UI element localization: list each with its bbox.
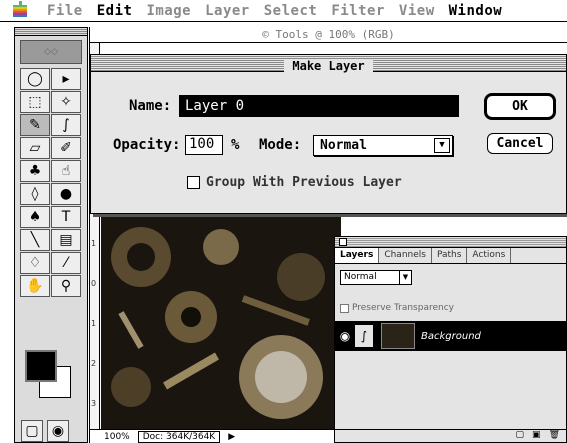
airbrush-icon[interactable]: ✎ [20,114,50,136]
zoom-level[interactable]: 100% [104,432,130,442]
ok-button[interactable]: OK [484,93,556,120]
ruler-mark: 1 [91,319,97,328]
palette-tabs: Layers Channels Paths Actions [335,248,566,264]
menu-view[interactable]: View [392,3,442,19]
tab-paths[interactable]: Paths [432,248,468,263]
name-label: Name: [129,98,172,114]
photoshop-logo-icon[interactable]: ◇◇ [20,40,82,64]
preserve-transparency-checkbox[interactable]: Preserve Transparency [340,303,454,313]
ruler-mark: 1 [91,239,97,248]
lasso-icon[interactable]: ◯ [20,68,50,90]
ruler-mark: 2 [91,359,97,368]
tool-grid: ◯ ▸ ⬚ ✧ ✎ ∫ ▱ ✐ ♣ ☝ ◊ ● ♠ T ╲ ▤ ♢ ⁄ ✋ ⚲ [20,68,82,297]
pen-icon[interactable]: ♠ [20,206,50,228]
blur-icon[interactable]: ◊ [20,183,50,205]
menu-window[interactable]: Window [442,3,510,19]
eyedropper-icon[interactable]: ⁄ [51,252,81,274]
menu-filter[interactable]: Filter [324,3,392,19]
document-title[interactable]: © Tools @ 100% (RGB) [90,27,567,43]
layer-thumbnail [381,323,415,349]
move-icon[interactable]: ▸ [51,68,81,90]
menu-edit[interactable]: Edit [90,3,140,19]
cancel-button[interactable]: Cancel [487,133,553,154]
layers-title-bar[interactable] [335,237,566,248]
checkbox-icon [340,303,349,313]
layer-row[interactable]: ◉ ∫ Background [335,321,566,351]
toolbox-title-bar[interactable] [15,28,87,36]
new-layer-icon[interactable]: ▣ [532,430,541,442]
eraser-icon[interactable]: ▱ [20,137,50,159]
chevron-down-icon: ▼ [434,138,450,153]
standard-mode-icon[interactable]: ▢ [21,420,43,442]
opacity-label: Opacity: [113,137,181,153]
ruler-mark: 3 [91,399,97,408]
paint-bucket-icon[interactable]: ♢ [20,252,50,274]
menu-file[interactable]: File [40,3,90,19]
mask-mode-group: ▢ ◉ [21,420,69,442]
brush-icon[interactable]: ∫ [355,325,373,347]
toolbox-palette: ◇◇ ◯ ▸ ⬚ ✧ ✎ ∫ ▱ ✐ ♣ ☝ ◊ ● ♠ T ╲ ▤ ♢ ⁄ ✋… [14,27,88,443]
mask-icon[interactable]: ▢ [516,430,525,442]
trash-icon[interactable]: 🗑 [549,430,560,442]
palette-footer: ▢ ▣ 🗑 [335,429,566,442]
menu-layer[interactable]: Layer [198,3,257,19]
smudge-icon[interactable]: ☝ [51,160,81,182]
mode-value: Normal [320,138,367,153]
preserve-label: Preserve Transparency [352,303,454,313]
color-swatches [21,348,81,408]
line-icon[interactable]: ╲ [20,229,50,251]
marquee-icon[interactable]: ⬚ [20,91,50,113]
layers-palette: Layers Channels Paths Actions Normal ▼ P… [334,236,567,443]
opacity-unit: % [231,137,240,153]
hand-icon[interactable]: ✋ [20,275,50,297]
name-field[interactable] [179,95,459,117]
menu-select[interactable]: Select [257,3,325,19]
quickmask-mode-icon[interactable]: ◉ [47,420,69,442]
dialog-title: Make Layer [284,59,373,73]
foreground-color-swatch[interactable] [25,350,57,382]
eye-icon[interactable]: ◉ [335,329,355,343]
menu-bar: File Edit Image Layer Select Filter View… [0,0,567,22]
close-box-icon[interactable] [339,238,347,246]
status-arrow-icon[interactable]: ▶ [228,432,235,442]
mode-label: Mode: [259,137,302,153]
group-label: Group With Previous Layer [206,175,402,190]
canvas-image[interactable] [101,217,341,429]
apple-logo-icon[interactable] [0,0,40,21]
menu-image[interactable]: Image [139,3,198,19]
mode-select[interactable]: Normal ▼ [313,135,453,156]
gradient-icon[interactable]: ▤ [51,229,81,251]
blend-mode-select[interactable]: Normal ▼ [340,270,412,285]
tab-layers[interactable]: Layers [335,248,380,263]
dialog-title-bar[interactable]: Make Layer [91,55,566,73]
layer-name: Background [421,330,481,342]
pencil-icon[interactable]: ✐ [51,137,81,159]
stamp-icon[interactable]: ♣ [20,160,50,182]
checkbox-icon [187,176,200,189]
tab-channels[interactable]: Channels [379,248,432,263]
paintbrush-icon[interactable]: ∫ [51,114,81,136]
type-icon[interactable]: T [51,206,81,228]
make-layer-dialog: Make Layer Name: Opacity: 100 % Mode: No… [90,54,567,214]
tab-actions[interactable]: Actions [467,248,512,263]
ruler-mark: 0 [91,279,97,288]
zoom-icon[interactable]: ⚲ [51,275,81,297]
opacity-field[interactable]: 100 [185,135,223,155]
doc-size-readout[interactable]: Doc: 364K/364K [137,430,221,443]
chevron-down-icon: ▼ [399,271,411,284]
group-with-previous-checkbox[interactable]: Group With Previous Layer [187,175,402,190]
burn-icon[interactable]: ● [51,183,81,205]
blend-mode-value: Normal [344,272,377,282]
magic-wand-icon[interactable]: ✧ [51,91,81,113]
